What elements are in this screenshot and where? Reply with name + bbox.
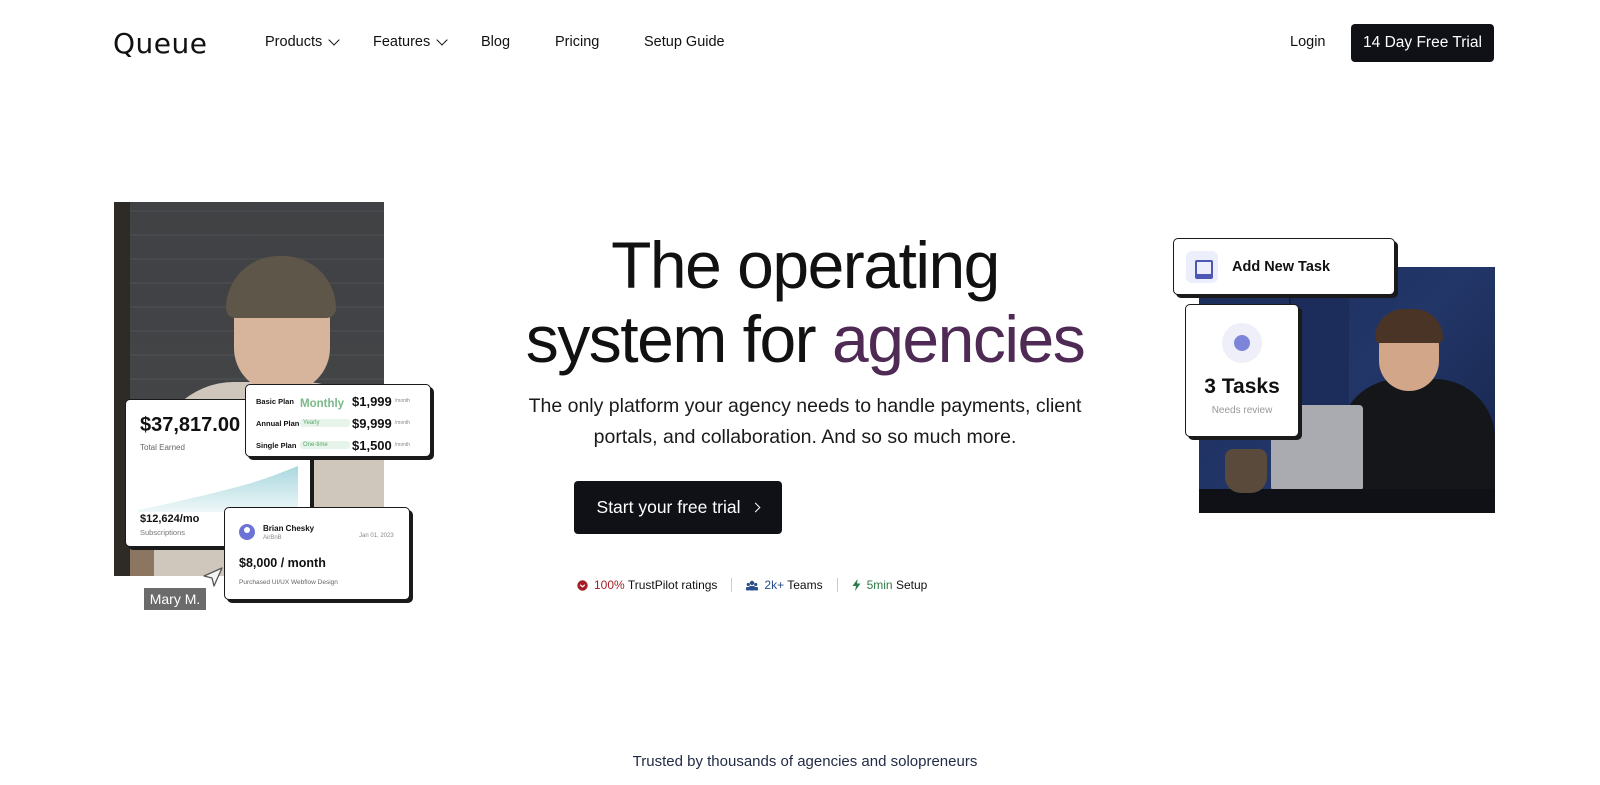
- start-trial-button[interactable]: Start your free trial: [574, 481, 782, 534]
- nav-features-label: Features: [373, 34, 431, 50]
- chevron-down-icon: [328, 34, 340, 46]
- nav-setup-guide[interactable]: Setup Guide: [644, 34, 725, 50]
- headline-line-2: system for: [525, 302, 832, 376]
- payment-user-name: Brian Chesky: [263, 524, 315, 533]
- hero-stats: 100% TrustPilot ratings 2k+ Teams 5min S…: [577, 578, 927, 592]
- headline-line-1: The operating: [611, 228, 1000, 302]
- add-task-card: Add New Task: [1173, 238, 1395, 295]
- nav-features[interactable]: Features: [373, 34, 448, 50]
- nav-pricing-label: Pricing: [555, 34, 600, 50]
- tasks-status: Needs review: [1211, 405, 1273, 416]
- add-task-label: Add New Task: [1232, 258, 1331, 275]
- stat-label: TrustPilot ratings: [627, 578, 718, 592]
- plan-tag: Yearly: [300, 419, 350, 427]
- free-trial-button[interactable]: 14 Day Free Trial: [1351, 24, 1494, 62]
- plan-name: Basic Plan: [256, 396, 294, 406]
- inbox-icon: [1186, 250, 1218, 283]
- plan-period: /month: [394, 420, 411, 426]
- tasks-count-card: 3 Tasks Needs review: [1185, 304, 1299, 437]
- user-avatar-icon: [239, 524, 255, 540]
- nav-setup-guide-label: Setup Guide: [644, 34, 725, 50]
- plans-card: Basic Plan Monthly $1,999 /month Annual …: [245, 384, 431, 457]
- plan-row: Basic Plan Monthly $1,999 /month: [256, 390, 420, 412]
- collaborator-name-tag: Mary M.: [144, 588, 206, 610]
- plan-row: Single Plan One-time $1,500 /month: [256, 434, 420, 456]
- stat-value: 2k+: [764, 578, 785, 592]
- nav-products-label: Products: [265, 34, 323, 50]
- trustpilot-icon: [577, 579, 588, 591]
- nav-blog-label: Blog: [481, 34, 511, 50]
- stat-setup: 5min Setup: [852, 578, 928, 592]
- stat-divider: [731, 578, 733, 592]
- payment-description: Purchased UI/UX Webflow Design: [239, 579, 338, 586]
- lightning-icon: [852, 579, 861, 591]
- stat-trustpilot: 100% TrustPilot ratings: [577, 578, 717, 592]
- chevron-right-icon: [751, 502, 761, 513]
- login-link[interactable]: Login: [1290, 34, 1325, 50]
- tasks-count: 3 Tasks: [1204, 375, 1280, 398]
- nav-blog[interactable]: Blog: [481, 34, 510, 50]
- plan-name: Annual Plan: [256, 418, 300, 428]
- earnings-chart: [138, 466, 298, 512]
- chevron-down-icon: [436, 34, 448, 46]
- hero-headline: The operating system for agencies: [500, 228, 1110, 376]
- trusted-by-text: Trusted by thousands of agencies and sol…: [632, 753, 978, 770]
- stat-label: Setup: [895, 578, 928, 592]
- hero-subtext: The only platform your agency needs to h…: [528, 395, 1082, 448]
- plan-price: $1,500: [352, 437, 392, 453]
- nav-products[interactable]: Products: [265, 34, 340, 50]
- photo-plant-pot: [1225, 449, 1267, 493]
- plan-row: Annual Plan Yearly $9,999 /month: [256, 412, 420, 434]
- plan-tag: One-time: [300, 441, 350, 449]
- headline-accent: agencies: [832, 302, 1086, 376]
- stat-teams: 2k+ Teams: [746, 578, 823, 592]
- plan-period: /month: [394, 398, 411, 404]
- top-nav: Queue Products Features Blog Pricing Set…: [0, 0, 1600, 86]
- plan-tag: Monthly: [300, 398, 345, 410]
- plan-name: Single Plan: [256, 440, 297, 450]
- subscriptions-label: Subscriptions: [140, 528, 186, 537]
- stat-label: Teams: [787, 578, 823, 592]
- stat-divider: [836, 578, 838, 592]
- subscriptions-amount: $12,624/mo: [140, 513, 200, 525]
- queue-logo[interactable]: Queue: [113, 27, 207, 60]
- nav-pricing[interactable]: Pricing: [555, 34, 599, 50]
- payment-company: AirBnB: [263, 535, 282, 541]
- payment-date: Jan 01, 2023: [359, 533, 394, 539]
- stat-value: 5min: [866, 578, 893, 592]
- stat-value: 100%: [594, 578, 625, 592]
- clock-icon: [1222, 323, 1262, 363]
- plan-price: $9,999: [352, 415, 392, 431]
- payment-amount: $8,000 / month: [239, 556, 326, 570]
- start-trial-label: Start your free trial: [596, 497, 741, 517]
- plan-price: $1,999: [352, 393, 392, 409]
- teams-icon: [746, 580, 759, 590]
- plan-period: /month: [394, 442, 411, 448]
- payment-card: Brian Chesky AirBnB Jan 01, 2023 $8,000 …: [224, 507, 410, 600]
- cursor-arrow-icon: [203, 567, 223, 587]
- photo-person-hair: [1375, 309, 1443, 343]
